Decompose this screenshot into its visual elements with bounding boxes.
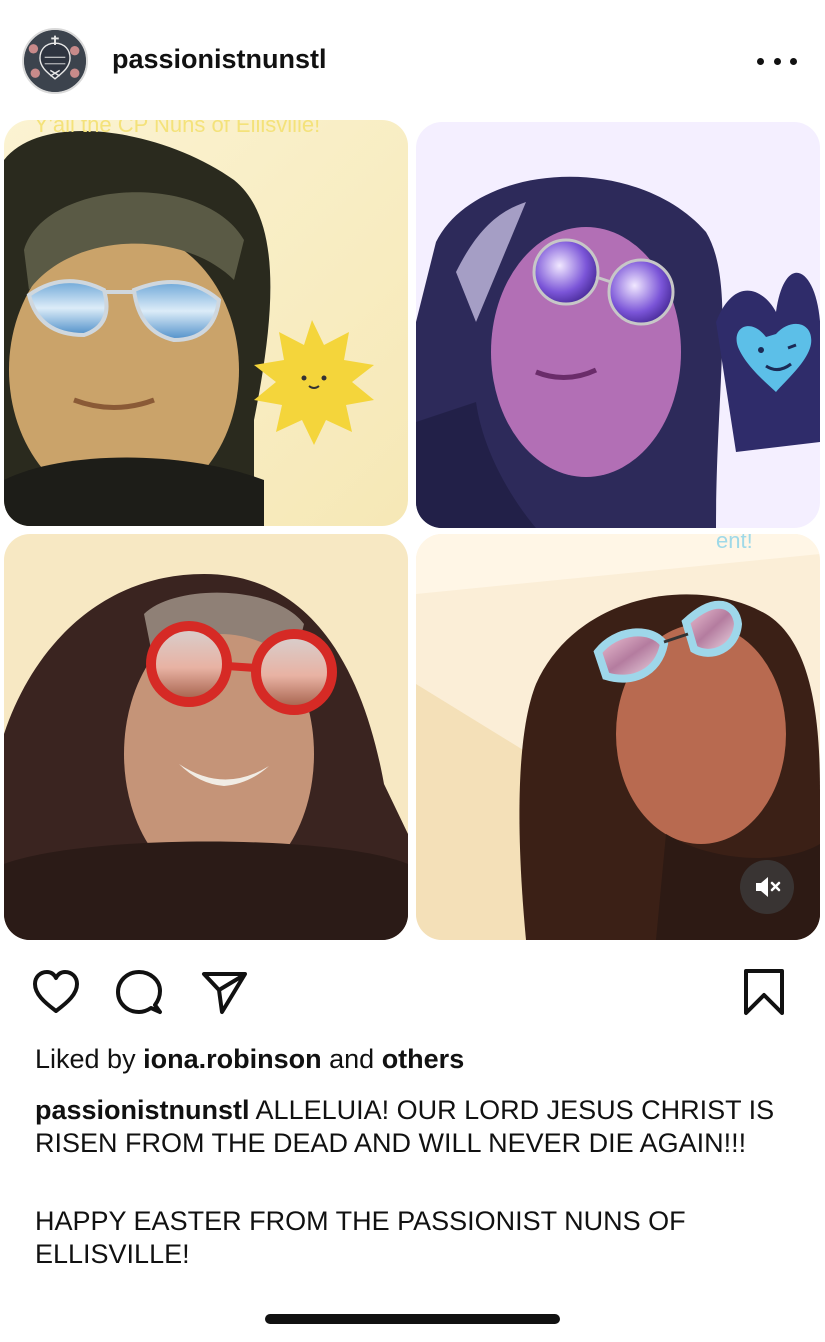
post-caption: passionistnunstl ALLELUIA! OUR LORD JESU… <box>35 1094 795 1271</box>
more-dot <box>790 57 797 65</box>
video-tile-top-left: Y'all the CP Nuns of Ellisville! <box>4 120 408 526</box>
video-overlay-text: ent! <box>716 534 753 553</box>
post-media-video[interactable]: Y'all the CP Nuns of Ellisville! ent! <box>0 118 825 944</box>
likes-and: and <box>329 1044 375 1074</box>
liked-by-others[interactable]: others <box>382 1044 465 1074</box>
post-actions-bar <box>0 960 825 1030</box>
post-header: passionistnunstl <box>0 0 825 119</box>
video-tile-top-right <box>416 122 820 528</box>
comment-icon[interactable] <box>113 966 165 1018</box>
home-indicator[interactable] <box>265 1314 560 1324</box>
more-options-icon[interactable] <box>757 46 797 76</box>
likes-prefix: Liked by <box>35 1044 136 1074</box>
liked-by-user[interactable]: iona.robinson <box>143 1044 322 1074</box>
more-dot <box>773 57 781 65</box>
video-tile-bottom-left <box>4 534 408 940</box>
more-dot <box>757 57 764 65</box>
send-icon[interactable] <box>198 966 250 1018</box>
post-username[interactable]: passionistnunstl <box>112 44 327 75</box>
bookmark-icon[interactable] <box>738 966 790 1018</box>
speaker-muted-icon[interactable] <box>740 860 794 914</box>
likes-summary[interactable]: Liked by iona.robinson and others <box>35 1044 464 1075</box>
caption-username[interactable]: passionistnunstl <box>35 1095 250 1125</box>
profile-avatar[interactable] <box>22 28 88 94</box>
video-overlay-text: Y'all the CP Nuns of Ellisville! <box>34 120 320 137</box>
caption-text-line2: HAPPY EASTER FROM THE PASSIONIST NUNS OF… <box>35 1206 686 1269</box>
passionist-emblem-icon <box>24 30 86 92</box>
heart-icon[interactable] <box>30 966 82 1018</box>
